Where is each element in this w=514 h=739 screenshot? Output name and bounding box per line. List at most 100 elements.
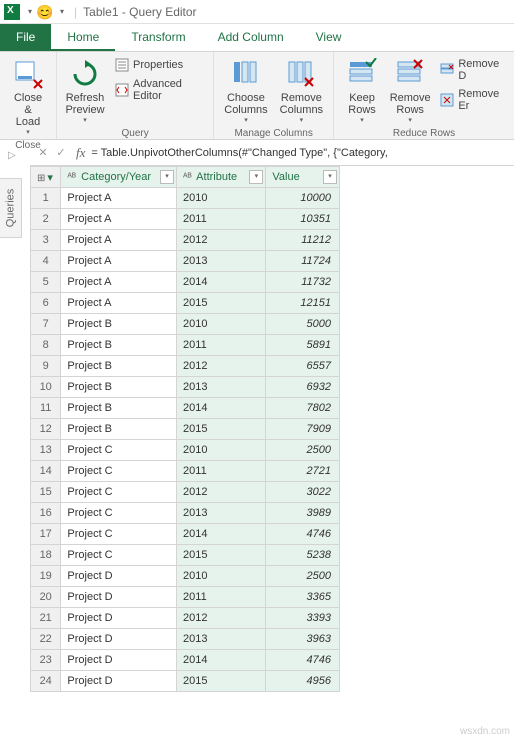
remove-rows-button[interactable]: RemoveRows ▾: [388, 56, 432, 126]
cell-category[interactable]: Project D: [61, 587, 177, 608]
cell-category[interactable]: Project C: [61, 440, 177, 461]
cell-value[interactable]: 4746: [266, 650, 340, 671]
formula-input[interactable]: = Table.UnpivotOtherColumns(#"Changed Ty…: [91, 147, 510, 159]
table-row[interactable]: 14Project C20112721: [31, 461, 340, 482]
row-number[interactable]: 20: [31, 587, 61, 608]
table-row[interactable]: 20Project D20113365: [31, 587, 340, 608]
row-number[interactable]: 10: [31, 377, 61, 398]
remove-errors-button[interactable]: Remove Er: [436, 86, 508, 114]
cell-category[interactable]: Project D: [61, 650, 177, 671]
row-number[interactable]: 4: [31, 251, 61, 272]
table-row[interactable]: 16Project C20133989: [31, 503, 340, 524]
row-number[interactable]: 8: [31, 335, 61, 356]
cell-attribute[interactable]: 2010: [177, 440, 266, 461]
row-number[interactable]: 3: [31, 230, 61, 251]
expand-queries-caret[interactable]: ▷: [8, 150, 16, 161]
cell-value[interactable]: 11212: [266, 230, 340, 251]
cell-value[interactable]: 2721: [266, 461, 340, 482]
cell-category[interactable]: Project A: [61, 188, 177, 209]
cell-value[interactable]: 5891: [266, 335, 340, 356]
formula-cancel-icon[interactable]: ✕: [34, 146, 52, 159]
table-row[interactable]: 17Project C20144746: [31, 524, 340, 545]
cell-value[interactable]: 4746: [266, 524, 340, 545]
cell-attribute[interactable]: 2015: [177, 545, 266, 566]
tab-add-column[interactable]: Add Column: [202, 24, 300, 51]
choose-columns-button[interactable]: ChooseColumns ▾: [220, 56, 271, 126]
table-row[interactable]: 11Project B20147802: [31, 398, 340, 419]
table-row[interactable]: 10Project B20136932: [31, 377, 340, 398]
cell-category[interactable]: Project C: [61, 482, 177, 503]
cell-value[interactable]: 11724: [266, 251, 340, 272]
tab-home[interactable]: Home: [51, 24, 115, 51]
cell-value[interactable]: 6932: [266, 377, 340, 398]
table-row[interactable]: 2Project A201110351: [31, 209, 340, 230]
cell-attribute[interactable]: 2014: [177, 524, 266, 545]
table-row[interactable]: 5Project A201411732: [31, 272, 340, 293]
remove-duplicates-button[interactable]: Remove D: [436, 56, 508, 84]
cell-value[interactable]: 5000: [266, 314, 340, 335]
cell-value[interactable]: 5238: [266, 545, 340, 566]
cell-attribute[interactable]: 2011: [177, 335, 266, 356]
row-number[interactable]: 24: [31, 671, 61, 692]
cell-attribute[interactable]: 2012: [177, 230, 266, 251]
table-row[interactable]: 6Project A201512151: [31, 293, 340, 314]
cell-category[interactable]: Project A: [61, 230, 177, 251]
row-number[interactable]: 23: [31, 650, 61, 671]
cell-category[interactable]: Project C: [61, 503, 177, 524]
filter-icon[interactable]: ▾: [323, 170, 337, 184]
cell-attribute[interactable]: 2012: [177, 482, 266, 503]
table-row[interactable]: 9Project B20126557: [31, 356, 340, 377]
cell-category[interactable]: Project A: [61, 251, 177, 272]
row-number[interactable]: 15: [31, 482, 61, 503]
tab-file[interactable]: File: [0, 24, 51, 51]
filter-icon[interactable]: ▾: [160, 170, 174, 184]
fx-icon[interactable]: fx: [70, 145, 91, 161]
qat-dropdown-1[interactable]: ▾: [28, 7, 32, 16]
row-number[interactable]: 9: [31, 356, 61, 377]
cell-attribute[interactable]: 2012: [177, 608, 266, 629]
table-row[interactable]: 7Project B20105000: [31, 314, 340, 335]
cell-category[interactable]: Project D: [61, 608, 177, 629]
cell-value[interactable]: 2500: [266, 566, 340, 587]
cell-value[interactable]: 10351: [266, 209, 340, 230]
table-row[interactable]: 21Project D20123393: [31, 608, 340, 629]
row-number[interactable]: 2: [31, 209, 61, 230]
cell-category[interactable]: Project A: [61, 293, 177, 314]
cell-attribute[interactable]: 2013: [177, 251, 266, 272]
cell-attribute[interactable]: 2014: [177, 398, 266, 419]
cell-attribute[interactable]: 2015: [177, 671, 266, 692]
cell-attribute[interactable]: 2010: [177, 188, 266, 209]
row-number[interactable]: 1: [31, 188, 61, 209]
cell-value[interactable]: 3022: [266, 482, 340, 503]
cell-category[interactable]: Project A: [61, 209, 177, 230]
close-and-load-button[interactable]: Close &Load ▾: [6, 56, 50, 138]
cell-category[interactable]: Project C: [61, 545, 177, 566]
table-row[interactable]: 19Project D20102500: [31, 566, 340, 587]
remove-columns-button[interactable]: RemoveColumns ▾: [276, 56, 327, 126]
table-row[interactable]: 1Project A201010000: [31, 188, 340, 209]
row-number[interactable]: 16: [31, 503, 61, 524]
cell-category[interactable]: Project B: [61, 335, 177, 356]
cell-category[interactable]: Project D: [61, 671, 177, 692]
row-number[interactable]: 22: [31, 629, 61, 650]
cell-category[interactable]: Project B: [61, 356, 177, 377]
cell-attribute[interactable]: 2013: [177, 503, 266, 524]
cell-attribute[interactable]: 2011: [177, 587, 266, 608]
cell-category[interactable]: Project B: [61, 419, 177, 440]
row-number[interactable]: 6: [31, 293, 61, 314]
cell-value[interactable]: 7802: [266, 398, 340, 419]
table-row[interactable]: 15Project C20123022: [31, 482, 340, 503]
cell-value[interactable]: 7909: [266, 419, 340, 440]
refresh-preview-button[interactable]: RefreshPreview ▾: [63, 56, 107, 126]
column-header-value[interactable]: Value ▾: [266, 167, 340, 188]
row-number[interactable]: 14: [31, 461, 61, 482]
tab-transform[interactable]: Transform: [115, 24, 201, 51]
cell-category[interactable]: Project D: [61, 566, 177, 587]
table-row[interactable]: 13Project C20102500: [31, 440, 340, 461]
cell-attribute[interactable]: 2013: [177, 629, 266, 650]
tab-view[interactable]: View: [300, 24, 358, 51]
row-number[interactable]: 5: [31, 272, 61, 293]
cell-value[interactable]: 3963: [266, 629, 340, 650]
cell-category[interactable]: Project D: [61, 629, 177, 650]
row-number[interactable]: 12: [31, 419, 61, 440]
